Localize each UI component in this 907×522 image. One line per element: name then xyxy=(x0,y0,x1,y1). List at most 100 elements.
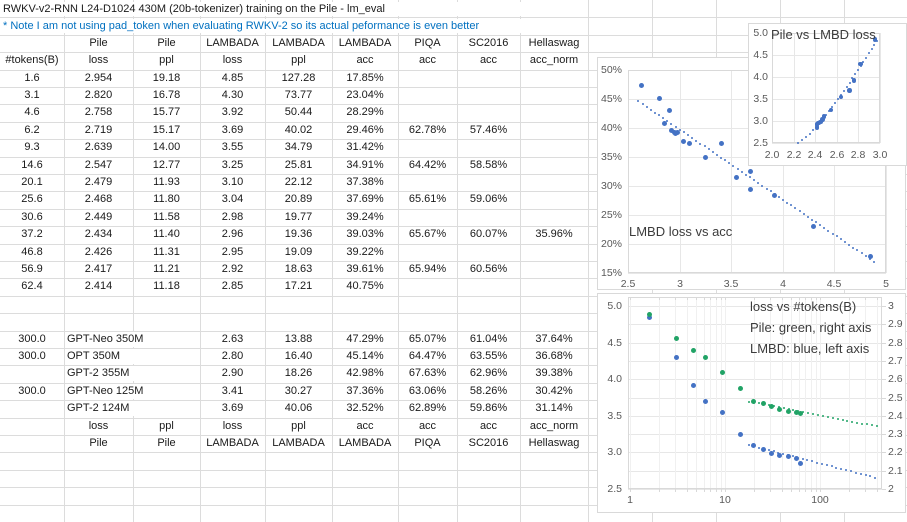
table-cell[interactable]: 30.42% xyxy=(521,384,587,399)
table-cell[interactable]: 62.89% xyxy=(399,401,456,416)
table-cell[interactable]: 62.78% xyxy=(399,123,456,138)
table-cell[interactable]: 11.40 xyxy=(134,227,199,242)
table-cell[interactable]: 2.426 xyxy=(65,245,132,260)
table-cell[interactable]: 18.63 xyxy=(266,262,331,277)
table-cell[interactable]: 300.0 xyxy=(1,384,63,399)
table-cell[interactable]: 25.6 xyxy=(1,192,63,207)
table-cell[interactable]: 300.0 xyxy=(1,332,63,347)
table-cell[interactable]: 37.36% xyxy=(333,384,397,399)
table-cell[interactable]: 2.414 xyxy=(65,279,132,294)
table-cell[interactable]: GPT-2 355M xyxy=(65,366,199,381)
table-cell[interactable]: 2.479 xyxy=(65,175,132,190)
table-cell[interactable]: 4.85 xyxy=(201,71,264,86)
table-cell[interactable]: ppl xyxy=(134,419,199,434)
table-cell[interactable]: ppl xyxy=(266,53,331,68)
table-cell[interactable]: LAMBADA xyxy=(201,36,264,51)
table-cell[interactable]: 34.79 xyxy=(266,140,331,155)
table-cell[interactable]: 2.90 xyxy=(201,366,264,381)
table-cell[interactable]: 3.41 xyxy=(201,384,264,399)
table-cell[interactable]: 65.67% xyxy=(399,227,456,242)
table-cell[interactable]: 19.36 xyxy=(266,227,331,242)
table-cell[interactable]: 31.14% xyxy=(521,401,587,416)
table-cell[interactable]: 4.30 xyxy=(201,88,264,103)
table-cell[interactable]: 20.89 xyxy=(266,192,331,207)
table-cell[interactable]: 45.14% xyxy=(333,349,397,364)
table-cell[interactable]: 59.86% xyxy=(458,401,519,416)
table-cell[interactable]: 65.07% xyxy=(399,332,456,347)
table-cell[interactable]: 3.04 xyxy=(201,192,264,207)
table-cell[interactable]: LAMBADA xyxy=(333,36,397,51)
table-cell[interactable]: loss xyxy=(65,53,132,68)
table-cell[interactable]: Pile xyxy=(134,36,199,51)
table-cell[interactable]: 22.12 xyxy=(266,175,331,190)
table-cell[interactable]: 23.04% xyxy=(333,88,397,103)
table-cell[interactable]: 17.21 xyxy=(266,279,331,294)
table-cell[interactable]: 32.52% xyxy=(333,401,397,416)
table-cell[interactable]: 2.547 xyxy=(65,158,132,173)
table-cell[interactable]: 2.96 xyxy=(201,227,264,242)
table-cell[interactable]: 63.55% xyxy=(458,349,519,364)
table-cell[interactable]: 19.77 xyxy=(266,210,331,225)
table-cell[interactable]: ppl xyxy=(134,53,199,68)
table-cell[interactable]: 35.96% xyxy=(521,227,587,242)
table-cell[interactable]: Hellaswag xyxy=(521,436,587,451)
table-cell[interactable]: 29.46% xyxy=(333,123,397,138)
table-cell[interactable]: 36.68% xyxy=(521,349,587,364)
table-cell[interactable]: PIQA xyxy=(399,436,456,451)
table-cell[interactable]: 2.758 xyxy=(65,105,132,120)
table-cell[interactable]: 37.69% xyxy=(333,192,397,207)
table-cell[interactable]: 3.10 xyxy=(201,175,264,190)
table-cell[interactable]: 40.75% xyxy=(333,279,397,294)
table-cell[interactable]: GPT-2 124M xyxy=(65,401,199,416)
table-cell[interactable]: 42.98% xyxy=(333,366,397,381)
table-cell[interactable]: 14.00 xyxy=(134,140,199,155)
table-cell[interactable]: Pile xyxy=(134,436,199,451)
table-cell[interactable]: 56.9 xyxy=(1,262,63,277)
table-cell[interactable]: 65.94% xyxy=(399,262,456,277)
table-cell[interactable]: 16.40 xyxy=(266,349,331,364)
table-cell[interactable]: OPT 350M xyxy=(65,349,199,364)
table-cell[interactable]: 11.80 xyxy=(134,192,199,207)
table-cell[interactable]: 13.88 xyxy=(266,332,331,347)
table-cell[interactable]: 37.2 xyxy=(1,227,63,242)
table-cell[interactable]: LAMBADA xyxy=(201,436,264,451)
table-cell[interactable]: 2.63 xyxy=(201,332,264,347)
table-cell[interactable]: 2.434 xyxy=(65,227,132,242)
table-cell[interactable]: GPT-Neo 125M xyxy=(65,384,199,399)
table-cell[interactable]: acc xyxy=(399,419,456,434)
table-cell[interactable]: acc_norm xyxy=(521,53,587,68)
table-cell[interactable]: 19.09 xyxy=(266,245,331,260)
table-cell[interactable]: acc xyxy=(333,419,397,434)
table-cell[interactable]: loss xyxy=(201,53,264,68)
table-cell[interactable]: 3.25 xyxy=(201,158,264,173)
table-cell[interactable]: 2.449 xyxy=(65,210,132,225)
table-cell[interactable]: 9.3 xyxy=(1,140,63,155)
table-cell[interactable]: 34.91% xyxy=(333,158,397,173)
table-cell[interactable]: 11.21 xyxy=(134,262,199,277)
table-cell[interactable]: 30.6 xyxy=(1,210,63,225)
table-cell[interactable]: 11.93 xyxy=(134,175,199,190)
table-cell[interactable]: LAMBADA xyxy=(333,436,397,451)
table-cell[interactable]: 60.07% xyxy=(458,227,519,242)
table-cell[interactable]: 57.46% xyxy=(458,123,519,138)
table-cell[interactable]: Pile xyxy=(65,436,132,451)
table-cell[interactable]: 16.78 xyxy=(134,88,199,103)
table-cell[interactable]: 4.6 xyxy=(1,105,63,120)
table-cell[interactable]: 60.56% xyxy=(458,262,519,277)
table-cell[interactable]: 50.44 xyxy=(266,105,331,120)
table-cell[interactable]: loss xyxy=(65,419,132,434)
table-cell[interactable]: 15.17 xyxy=(134,123,199,138)
table-cell[interactable]: 1.6 xyxy=(1,71,63,86)
table-cell[interactable]: 19.18 xyxy=(134,71,199,86)
table-cell[interactable]: 2.417 xyxy=(65,262,132,277)
table-cell[interactable]: 37.38% xyxy=(333,175,397,190)
table-cell[interactable]: 39.03% xyxy=(333,227,397,242)
table-cell[interactable]: 39.38% xyxy=(521,366,587,381)
table-cell[interactable]: 67.63% xyxy=(399,366,456,381)
table-cell[interactable]: 40.06 xyxy=(266,401,331,416)
table-cell[interactable]: GPT-Neo 350M xyxy=(65,332,199,347)
table-cell[interactable]: 2.98 xyxy=(201,210,264,225)
table-cell[interactable]: acc xyxy=(458,53,519,68)
table-cell[interactable]: 11.18 xyxy=(134,279,199,294)
table-cell[interactable]: 39.22% xyxy=(333,245,397,260)
